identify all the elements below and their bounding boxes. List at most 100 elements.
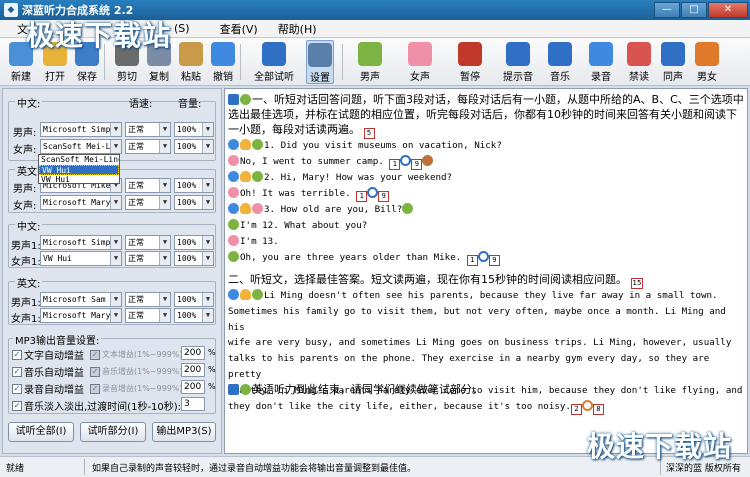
toolbar-label: 剪切 bbox=[117, 72, 137, 83]
dropdown-option[interactable]: VW Hui bbox=[39, 175, 119, 185]
mp3-settings-title: MP3输出音量设置: bbox=[13, 332, 102, 347]
toolbar-button-bell[interactable]: 提示音 bbox=[500, 40, 536, 84]
volume-select[interactable]: 100% ▼ bbox=[174, 235, 214, 250]
music-fade-checkbox[interactable]: ✓ bbox=[12, 400, 22, 411]
repeat-icon bbox=[367, 187, 379, 198]
toolbar-button-sync[interactable]: 同声 bbox=[658, 40, 688, 84]
voice-select[interactable]: ScanSoft Mei-L ▼ bbox=[40, 139, 122, 154]
speed-select[interactable]: 正常 ▼ bbox=[125, 235, 171, 250]
toolbar-button-play[interactable]: 全部试听 bbox=[248, 40, 300, 84]
voice-select[interactable]: VW Hui ▼ bbox=[40, 251, 122, 266]
dropdown-option-selected[interactable]: VW Hui bbox=[39, 165, 119, 175]
toolbar-button-pause[interactable]: 暂停 bbox=[450, 40, 490, 84]
toolbar-label: 女声 bbox=[410, 72, 430, 83]
volume-select[interactable]: 100% ▼ bbox=[174, 139, 214, 154]
volume-select[interactable]: 100% ▼ bbox=[174, 122, 214, 137]
person-icon bbox=[422, 155, 434, 166]
pause-badge: 9 bbox=[378, 191, 390, 202]
speed-select[interactable]: 正常 ▼ bbox=[125, 139, 171, 154]
toolbar-button-gear[interactable]: 设置 bbox=[306, 40, 334, 84]
speed-select[interactable]: 正常 ▼ bbox=[125, 195, 171, 210]
voice-dropdown-list: ScanSoft Mei-Ling VW Hui VW Hui bbox=[38, 154, 120, 184]
paste-icon bbox=[179, 42, 203, 66]
music-gain-checkbox[interactable]: ✓ bbox=[12, 366, 22, 377]
preview-all-button[interactable]: 试听全部(I) bbox=[8, 422, 74, 442]
toolbar-button-new[interactable]: 新建 bbox=[6, 40, 36, 84]
row-label: 女声1: bbox=[11, 314, 41, 325]
voice-select[interactable]: Microsoft Sam ▼ bbox=[40, 292, 122, 307]
toolbar-button-mic[interactable]: 录音 bbox=[586, 40, 616, 84]
toolbar-button-save[interactable]: 保存 bbox=[72, 40, 102, 84]
close-button[interactable]: ✕ bbox=[708, 2, 748, 18]
toolbar-label: 新建 bbox=[11, 72, 31, 83]
record-gain-input[interactable]: 200 bbox=[181, 380, 205, 394]
toolbar-label: 打开 bbox=[45, 72, 65, 83]
export-mp3-button[interactable]: 输出MP3(S) bbox=[152, 422, 216, 442]
status-ready: 就绪 bbox=[6, 464, 25, 474]
fade-time-input[interactable]: 3 bbox=[181, 397, 205, 411]
menu-file[interactable]: 文 bbox=[14, 21, 31, 37]
mp3-row: ✓ 录音自动增益 ✓ 录音增益(1%~999%) bbox=[12, 381, 183, 396]
female-voice-icon bbox=[228, 235, 239, 246]
mp3-row: ✓ 音乐淡入淡出,过渡时间(1秒-10秒): bbox=[12, 398, 181, 413]
volume-select[interactable]: 100% ▼ bbox=[174, 178, 214, 193]
chevron-down-icon: ▼ bbox=[110, 196, 121, 209]
toolbar-separator bbox=[104, 44, 105, 80]
chevron-down-icon: ▼ bbox=[110, 140, 121, 153]
female-voice-icon bbox=[228, 187, 239, 198]
toolbar-button-undo[interactable]: 撤销 bbox=[208, 40, 238, 84]
minimize-button[interactable]: — bbox=[654, 2, 680, 18]
toolbar-button-male-voice[interactable]: 男声 bbox=[350, 40, 390, 84]
music-icon bbox=[548, 42, 572, 66]
chevron-down-icon: ▼ bbox=[110, 309, 121, 322]
text-gain-manual-checkbox[interactable]: ✓ bbox=[90, 349, 100, 360]
toolbar-button-male-female[interactable]: 男女 bbox=[692, 40, 722, 84]
speed-select[interactable]: 正常 ▼ bbox=[125, 178, 171, 193]
voice-select[interactable]: Microsoft Mary ▼ bbox=[40, 308, 122, 323]
pause-badge: 9 bbox=[488, 255, 500, 266]
speed-select[interactable]: 正常 ▼ bbox=[125, 292, 171, 307]
toolbar-button-paste[interactable]: 粘贴 bbox=[176, 40, 206, 84]
music-gain-manual-checkbox[interactable]: ✓ bbox=[90, 366, 100, 377]
record-gain-checkbox[interactable]: ✓ bbox=[12, 383, 22, 394]
music-gain-input[interactable]: 200 bbox=[181, 363, 205, 377]
speed-select[interactable]: 正常 ▼ bbox=[125, 308, 171, 323]
chevron-down-icon: ▼ bbox=[202, 196, 213, 209]
preview-part-button[interactable]: 试听部分(I) bbox=[80, 422, 146, 442]
dropdown-option[interactable]: ScanSoft Mei-Ling bbox=[39, 155, 119, 165]
toolbar-button-copy[interactable]: 复制 bbox=[144, 40, 174, 84]
toolbar-button-music[interactable]: 音乐 bbox=[542, 40, 578, 84]
female-voice-icon bbox=[228, 155, 239, 166]
toolbar-label: 音乐 bbox=[550, 72, 570, 83]
menu-help[interactable]: 帮助(H) bbox=[275, 21, 320, 37]
text-gain-input[interactable]: 200 bbox=[181, 346, 205, 360]
text-gain-checkbox[interactable]: ✓ bbox=[12, 349, 22, 360]
mp3-row: ✓ 音乐自动增益 ✓ 音乐增益(1%~999%) bbox=[12, 364, 183, 379]
menu-view[interactable]: 查看(V) bbox=[217, 21, 261, 37]
script-editor[interactable]: 一、听短对话回答问题，听下面3段对话，每段对话后有一小题，从题中所给的A、B、C… bbox=[224, 88, 748, 454]
voice-select[interactable]: Microsoft Simp ▼ bbox=[40, 122, 122, 137]
toolbar-button-forbid[interactable]: 禁读 bbox=[624, 40, 654, 84]
speed-select[interactable]: 正常 ▼ bbox=[125, 122, 171, 137]
voice-select[interactable]: Microsoft Mary ▼ bbox=[40, 195, 122, 210]
volume-select[interactable]: 100% ▼ bbox=[174, 251, 214, 266]
app-logo-icon: ◆ bbox=[4, 3, 18, 17]
volume-select[interactable]: 100% ▼ bbox=[174, 308, 214, 323]
save-icon bbox=[75, 42, 99, 66]
male-voice-icon bbox=[252, 139, 263, 150]
toolbar-button-female-voice[interactable]: 女声 bbox=[400, 40, 440, 84]
volume-select[interactable]: 100% ▼ bbox=[174, 292, 214, 307]
music-note-icon bbox=[228, 384, 239, 395]
male-voice-icon bbox=[228, 219, 239, 230]
menu-edit[interactable]: (S) bbox=[171, 22, 193, 35]
toolbar-button-cut[interactable]: 剪切 bbox=[112, 40, 142, 84]
speed-select[interactable]: 正常 ▼ bbox=[125, 251, 171, 266]
toolbar-button-open[interactable]: 打开 bbox=[40, 40, 70, 84]
forbid-icon bbox=[627, 42, 651, 66]
volume-select[interactable]: 100% ▼ bbox=[174, 195, 214, 210]
maximize-button[interactable]: □ bbox=[681, 2, 707, 18]
row-label: 女声: bbox=[13, 201, 37, 212]
voice-select[interactable]: Microsoft Simp ▼ bbox=[40, 235, 122, 250]
record-gain-manual-checkbox[interactable]: ✓ bbox=[90, 383, 100, 394]
male-voice-icon bbox=[240, 94, 251, 105]
